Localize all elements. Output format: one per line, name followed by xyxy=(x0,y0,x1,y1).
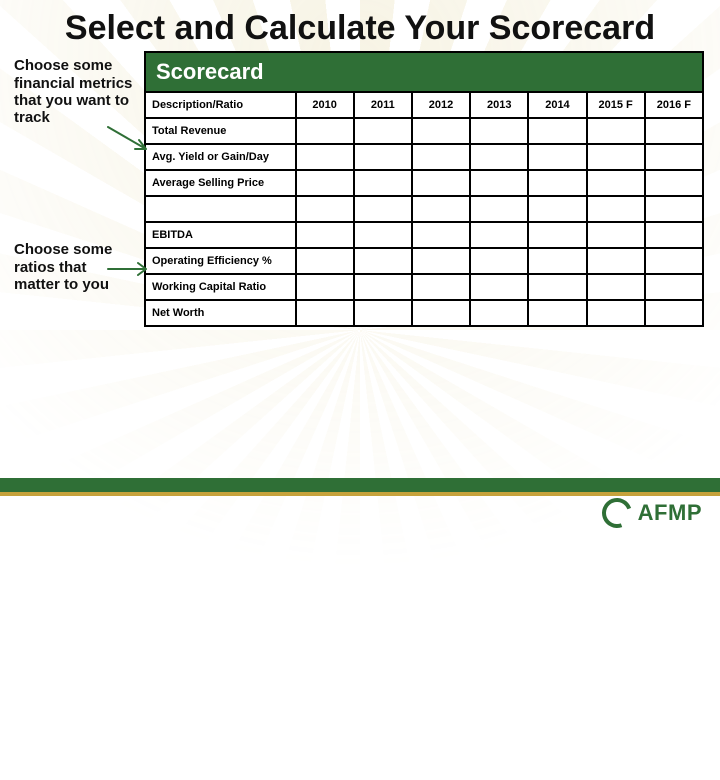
scorecard-table: Scorecard Description/Ratio 2010 2011 20… xyxy=(144,51,704,327)
table-row: Operating Efficiency % xyxy=(145,248,703,274)
arrow-icon xyxy=(106,123,154,153)
col-2013: 2013 xyxy=(470,92,528,118)
table-row: Avg. Yield or Gain/Day xyxy=(145,144,703,170)
table-row xyxy=(145,196,703,222)
footer: AFMP xyxy=(0,478,720,540)
footer-bar-green xyxy=(0,478,720,492)
arrow-icon xyxy=(106,259,154,281)
logo-mark-icon xyxy=(597,493,637,533)
side-notes: Choose some financial metrics that you w… xyxy=(14,51,144,327)
col-2010: 2010 xyxy=(296,92,354,118)
row-label: Average Selling Price xyxy=(145,170,296,196)
table-heading: Scorecard xyxy=(145,52,703,92)
row-label: Working Capital Ratio xyxy=(145,274,296,300)
col-2014: 2014 xyxy=(528,92,586,118)
table-row: Total Revenue xyxy=(145,118,703,144)
row-label: Avg. Yield or Gain/Day xyxy=(145,144,296,170)
row-label: Operating Efficiency % xyxy=(145,248,296,274)
col-2016f: 2016 F xyxy=(645,92,703,118)
table-row: Working Capital Ratio xyxy=(145,274,703,300)
footer-bar-gold xyxy=(0,492,720,496)
slide-title: Select and Calculate Your Scorecard xyxy=(0,0,720,51)
table-title-row: Scorecard xyxy=(145,52,703,92)
row-label: Total Revenue xyxy=(145,118,296,144)
table-header-row: Description/Ratio 2010 2011 2012 2013 20… xyxy=(145,92,703,118)
content-area: Choose some financial metrics that you w… xyxy=(0,51,720,327)
col-description: Description/Ratio xyxy=(145,92,296,118)
logo-text: AFMP xyxy=(638,500,702,526)
scorecard-table-wrapper: Scorecard Description/Ratio 2010 2011 20… xyxy=(144,51,706,327)
callout-metrics: Choose some financial metrics that you w… xyxy=(14,57,136,126)
row-label xyxy=(145,196,296,222)
col-2011: 2011 xyxy=(354,92,412,118)
table-row: EBITDA xyxy=(145,222,703,248)
logo: AFMP xyxy=(602,498,702,528)
row-label: EBITDA xyxy=(145,222,296,248)
row-label: Net Worth xyxy=(145,300,296,326)
table-row: Net Worth xyxy=(145,300,703,326)
col-2015f: 2015 F xyxy=(587,92,645,118)
table-row: Average Selling Price xyxy=(145,170,703,196)
col-2012: 2012 xyxy=(412,92,470,118)
